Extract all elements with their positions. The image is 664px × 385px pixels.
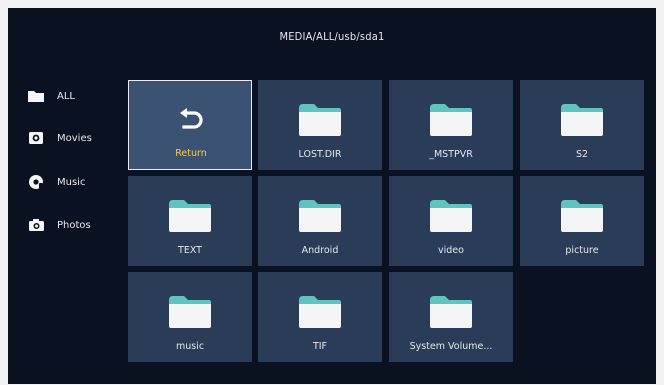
tile-label: Android xyxy=(301,245,339,256)
folder-icon xyxy=(297,198,343,238)
tile-label: video xyxy=(438,245,464,256)
camera-icon xyxy=(27,217,45,233)
breadcrumb-path: MEDIA/ALL/usb/sda1 xyxy=(279,30,385,43)
folder-icon xyxy=(297,102,343,142)
tile-folder-mstpvr[interactable]: _MSTPVR xyxy=(389,80,513,170)
tile-label: TEXT xyxy=(178,245,202,256)
sidebar-item-label: Movies xyxy=(57,132,92,144)
folder-icon xyxy=(559,102,605,142)
sidebar-item-music[interactable]: Music xyxy=(27,172,127,192)
sidebar-item-label: Music xyxy=(57,176,86,188)
folder-icon xyxy=(167,294,213,334)
tile-label: Return xyxy=(175,148,207,159)
tile-label: music xyxy=(175,341,205,352)
tile-folder-system-volume[interactable]: System Volume... xyxy=(389,272,513,362)
folder-icon xyxy=(559,198,605,238)
sidebar-item-label: ALL xyxy=(57,90,75,102)
music-icon xyxy=(27,174,45,190)
tile-folder-music[interactable]: music xyxy=(128,272,252,362)
tile-folder-android[interactable]: Android xyxy=(258,176,382,266)
tile-label: TIF xyxy=(312,341,328,352)
folder-icon xyxy=(27,88,45,104)
media-browser-screen: MEDIA/ALL/usb/sda1 ALL Movies Music Phot… xyxy=(8,8,656,384)
movie-icon xyxy=(27,130,45,146)
tile-label: System Volume... xyxy=(409,341,493,352)
sidebar-item-movies[interactable]: Movies xyxy=(27,128,127,148)
tile-label: picture xyxy=(565,245,599,256)
sidebar-item-label: Photos xyxy=(57,219,91,231)
tile-folder-lost-dir[interactable]: LOST.DIR xyxy=(258,80,382,170)
tile-folder-video[interactable]: video xyxy=(389,176,513,266)
folder-icon xyxy=(428,102,474,142)
tile-label: _MSTPVR xyxy=(429,149,473,160)
tile-label: LOST.DIR xyxy=(298,149,342,160)
sidebar-item-photos[interactable]: Photos xyxy=(27,215,127,235)
tile-label: S2 xyxy=(575,149,589,160)
tile-folder-s2[interactable]: S2 xyxy=(520,80,644,170)
sidebar-item-all[interactable]: ALL xyxy=(27,86,127,106)
folder-icon xyxy=(167,198,213,238)
tile-folder-tif[interactable]: TIF xyxy=(258,272,382,362)
tile-return[interactable]: Return xyxy=(128,80,252,170)
folder-icon xyxy=(428,198,474,238)
tile-folder-text[interactable]: TEXT xyxy=(128,176,252,266)
tile-folder-picture[interactable]: picture xyxy=(520,176,644,266)
return-icon xyxy=(176,107,206,139)
folder-icon xyxy=(297,294,343,334)
folder-icon xyxy=(428,294,474,334)
